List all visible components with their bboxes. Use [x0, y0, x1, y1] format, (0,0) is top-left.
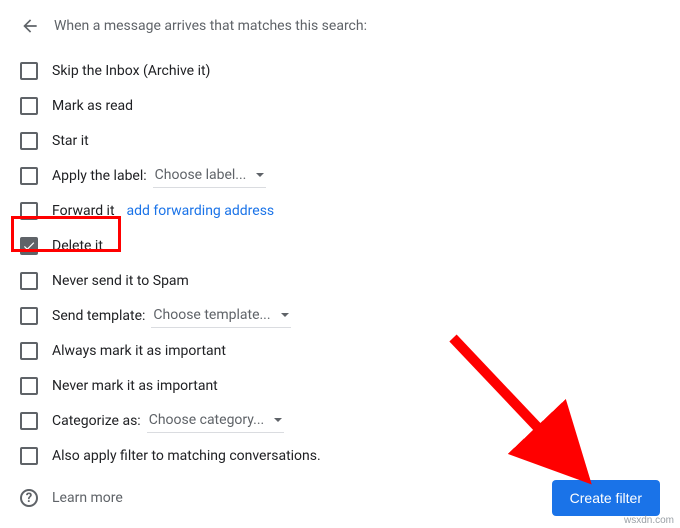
label-star: Star it	[52, 133, 89, 149]
dropdown-choose-label-text: Choose label...	[155, 167, 247, 183]
learn-more-link[interactable]: ? Learn more	[20, 489, 123, 507]
label-delete: Delete it	[52, 238, 103, 254]
header-title: When a message arrives that matches this…	[54, 18, 367, 34]
chevron-down-icon	[281, 313, 289, 317]
label-apply-label: Apply the label:	[52, 168, 147, 184]
checkbox-star[interactable]	[20, 132, 38, 150]
checkbox-send-template[interactable]	[20, 307, 38, 325]
dropdown-choose-category-text: Choose category...	[149, 412, 265, 428]
learn-more-text: Learn more	[52, 490, 123, 506]
checkbox-never-important[interactable]	[20, 377, 38, 395]
checkbox-delete[interactable]	[20, 237, 38, 255]
label-forward: Forward it	[52, 203, 115, 219]
checkbox-always-important[interactable]	[20, 342, 38, 360]
dropdown-choose-category[interactable]: Choose category...	[147, 410, 285, 433]
chevron-down-icon	[274, 418, 282, 422]
checkbox-never-spam[interactable]	[20, 272, 38, 290]
label-send-template: Send template:	[52, 308, 145, 324]
checkbox-skip-inbox[interactable]	[20, 62, 38, 80]
checkbox-apply-matching[interactable]	[20, 447, 38, 465]
label-mark-read: Mark as read	[52, 98, 133, 114]
help-icon: ?	[20, 489, 38, 507]
chevron-down-icon	[256, 173, 264, 177]
checkbox-categorize[interactable]	[20, 412, 38, 430]
dropdown-choose-template[interactable]: Choose template...	[151, 305, 290, 328]
dropdown-choose-template-text: Choose template...	[153, 307, 270, 323]
link-add-forwarding[interactable]: add forwarding address	[127, 203, 275, 219]
checkbox-forward[interactable]	[20, 202, 38, 220]
label-never-spam: Never send it to Spam	[52, 273, 189, 289]
checkbox-mark-read[interactable]	[20, 97, 38, 115]
label-apply-matching: Also apply filter to matching conversati…	[52, 448, 321, 464]
label-skip-inbox: Skip the Inbox (Archive it)	[52, 63, 210, 79]
label-never-important: Never mark it as important	[52, 378, 218, 394]
back-icon[interactable]	[20, 16, 40, 36]
dropdown-choose-label[interactable]: Choose label...	[153, 165, 267, 188]
create-filter-button[interactable]: Create filter	[552, 480, 660, 516]
label-categorize: Categorize as:	[52, 413, 141, 429]
checkbox-apply-label[interactable]	[20, 167, 38, 185]
label-always-important: Always mark it as important	[52, 343, 226, 359]
